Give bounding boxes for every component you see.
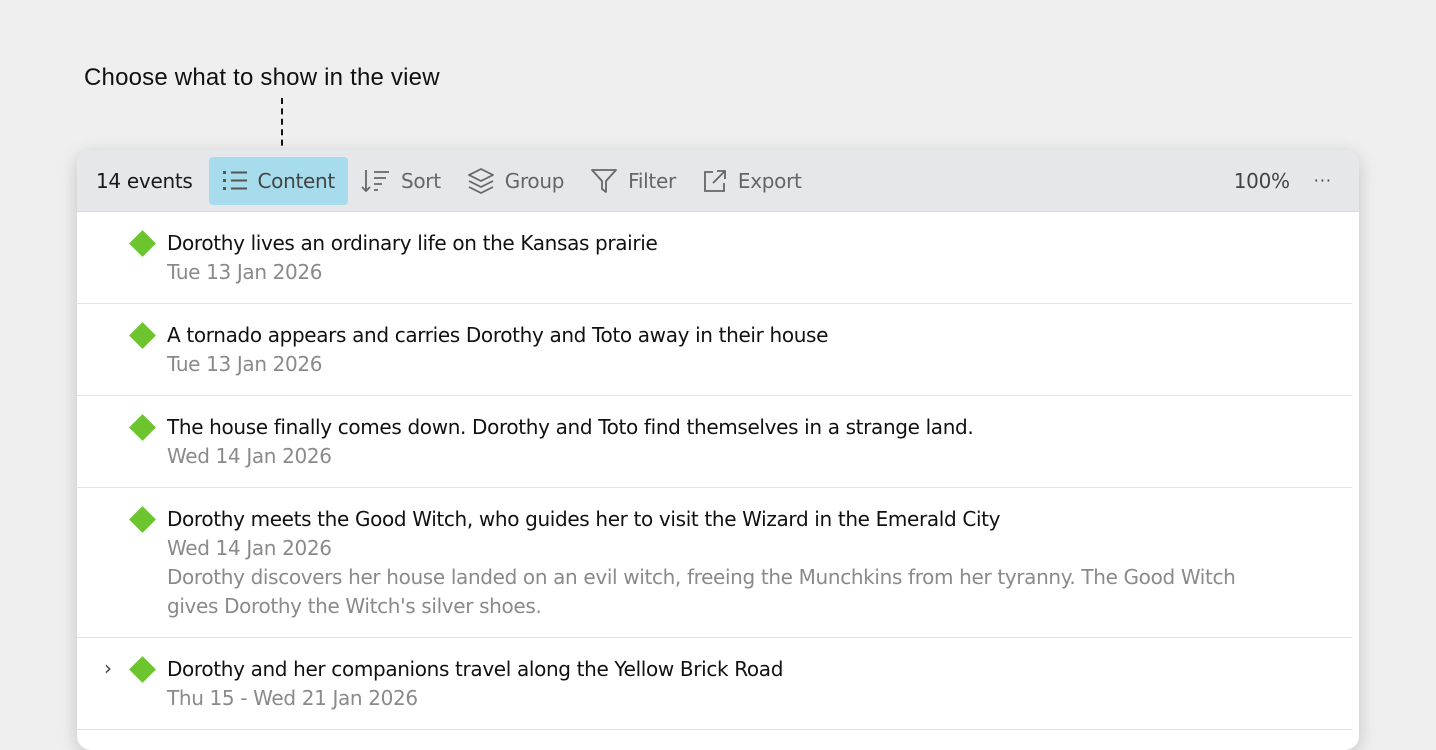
filter-label: Filter bbox=[628, 168, 676, 193]
diamond-icon bbox=[129, 506, 156, 533]
list-item[interactable]: A tornado appears and carries Dorothy an… bbox=[77, 304, 1352, 396]
event-count: 14 events bbox=[96, 168, 193, 193]
diamond-icon bbox=[129, 230, 156, 257]
event-title: Dorothy and her companions travel along … bbox=[167, 657, 784, 681]
list-icon bbox=[222, 170, 247, 190]
export-icon bbox=[703, 169, 726, 192]
event-title: Dorothy lives an ordinary life on the Ka… bbox=[167, 231, 658, 255]
event-date: Thu 15 - Wed 21 Jan 2026 bbox=[167, 686, 418, 710]
callout-line bbox=[281, 98, 283, 156]
chevron-right-icon[interactable]: › bbox=[104, 656, 112, 680]
callout-text: Choose what to show in the view bbox=[84, 64, 440, 91]
content-button[interactable]: Content bbox=[208, 156, 348, 205]
event-date: Wed 14 Jan 2026 bbox=[167, 536, 332, 560]
list-item[interactable]: › Dorothy and her companions travel alon… bbox=[77, 638, 1352, 730]
events-panel: 14 events Content Sort Group Filter Expo… bbox=[77, 150, 1359, 750]
sort-icon bbox=[361, 169, 389, 192]
list-item[interactable]: Dorothy meets the Good Witch, who guides… bbox=[77, 488, 1352, 638]
group-label: Group bbox=[504, 168, 565, 193]
diamond-icon bbox=[129, 414, 156, 441]
event-date: Wed 14 Jan 2026 bbox=[167, 444, 332, 468]
toolbar: 14 events Content Sort Group Filter Expo… bbox=[77, 150, 1359, 212]
filter-icon bbox=[591, 168, 618, 193]
event-date: Tue 13 Jan 2026 bbox=[167, 260, 323, 284]
event-date: Tue 13 Jan 2026 bbox=[167, 352, 323, 376]
sort-label: Sort bbox=[400, 168, 441, 193]
sort-button[interactable]: Sort bbox=[348, 157, 454, 205]
event-title: Dorothy meets the Good Witch, who guides… bbox=[167, 507, 1001, 531]
event-list: Dorothy lives an ordinary life on the Ka… bbox=[77, 212, 1352, 730]
list-item[interactable]: The house finally comes down. Dorothy an… bbox=[77, 396, 1352, 488]
event-description: Dorothy discovers her house landed on an… bbox=[167, 565, 1236, 618]
diamond-icon bbox=[129, 656, 156, 683]
zoom-level[interactable]: 100% bbox=[1234, 169, 1290, 193]
content-label: Content bbox=[257, 168, 336, 193]
filter-button[interactable]: Filter bbox=[577, 157, 689, 205]
export-button[interactable]: Export bbox=[689, 157, 815, 205]
layers-icon bbox=[467, 167, 494, 194]
list-item[interactable]: Dorothy lives an ordinary life on the Ka… bbox=[77, 212, 1352, 304]
diamond-icon bbox=[129, 322, 156, 349]
group-button[interactable]: Group bbox=[454, 157, 577, 205]
event-title: The house finally comes down. Dorothy an… bbox=[167, 415, 974, 439]
event-title: A tornado appears and carries Dorothy an… bbox=[167, 323, 829, 347]
export-label: Export bbox=[737, 168, 802, 193]
more-options-button[interactable]: ··· bbox=[1314, 171, 1332, 190]
